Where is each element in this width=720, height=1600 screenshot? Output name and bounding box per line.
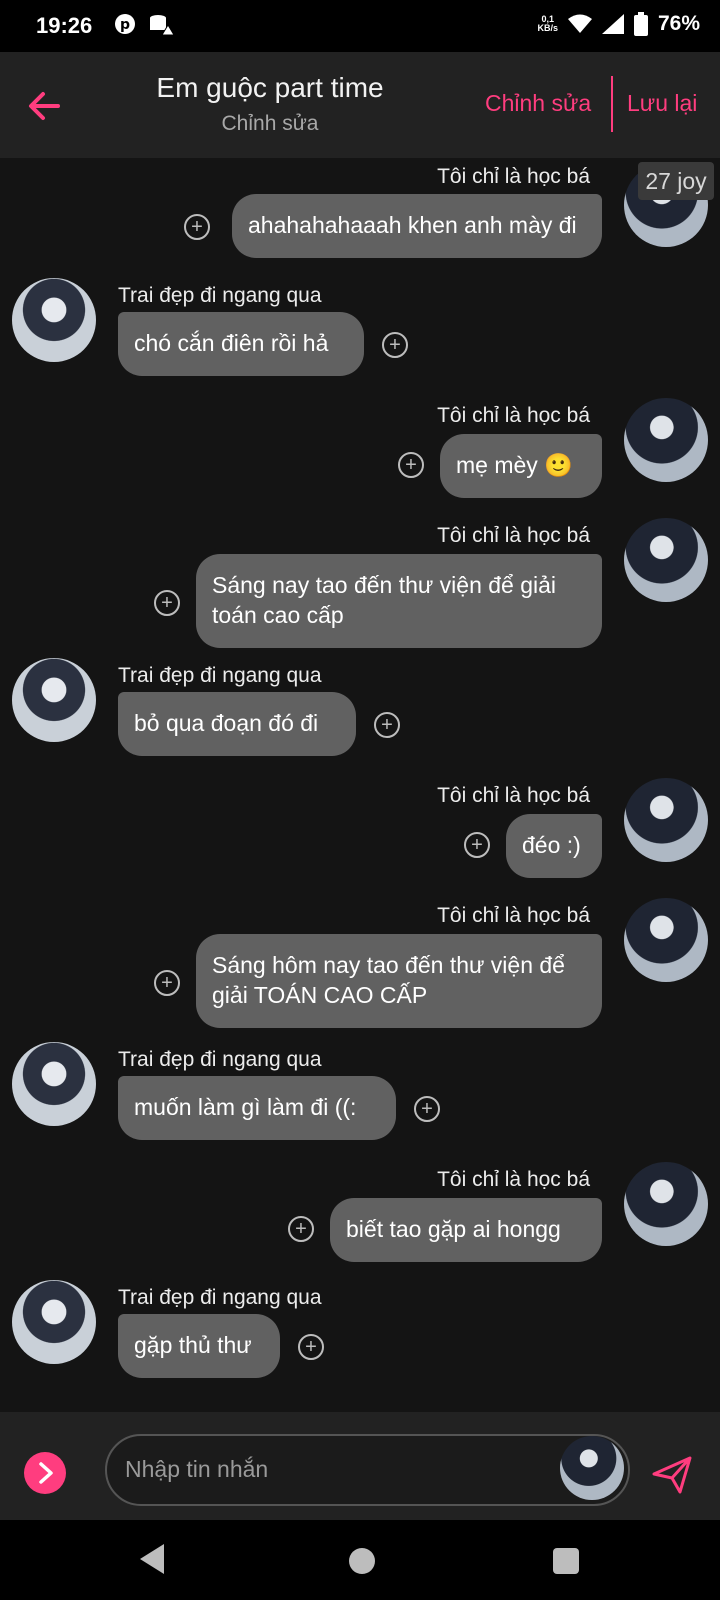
navigation-bar <box>0 1520 720 1600</box>
avatar[interactable] <box>624 518 708 602</box>
status-left-icons: p <box>114 13 174 37</box>
battery-icon <box>633 12 648 36</box>
add-reaction-icon[interactable]: + <box>382 332 408 358</box>
avatar[interactable] <box>12 278 96 362</box>
add-reaction-icon[interactable]: + <box>414 1096 440 1122</box>
back-arrow-icon[interactable] <box>24 86 64 126</box>
sender-name: Tôi chỉ là học bá <box>437 524 590 547</box>
message-input-placeholder: Nhập tin nhắn <box>125 1456 269 1482</box>
pinterest-icon: p <box>115 14 135 34</box>
database-warning-icon <box>150 15 174 36</box>
avatar[interactable] <box>624 778 708 862</box>
message-bubble[interactable]: chó cắn điên rồi hả <box>118 312 364 376</box>
message-list[interactable]: Tôi chỉ là học bá ahahahahaaah khen anh … <box>0 158 720 1412</box>
avatar[interactable] <box>624 898 708 982</box>
nav-back-icon[interactable] <box>138 1542 166 1576</box>
message-bubble[interactable]: ahahahahaaah khen anh mày đi <box>232 194 602 258</box>
chevron-right-icon <box>39 1462 53 1484</box>
signal-icon <box>601 14 624 34</box>
add-reaction-icon[interactable]: + <box>288 1216 314 1242</box>
message-bubble[interactable]: đéo :) <box>506 814 602 878</box>
speed-unit: KB/s <box>537 23 558 33</box>
sender-name: Tôi chỉ là học bá <box>437 165 590 188</box>
sender-name: Trai đẹp đi ngang qua <box>118 284 322 307</box>
nav-recents-icon[interactable] <box>553 1548 579 1574</box>
edit-button[interactable]: Chỉnh sửa <box>485 90 591 117</box>
avatar[interactable] <box>12 1280 96 1364</box>
header-divider <box>611 76 613 132</box>
sender-avatar-selector[interactable] <box>560 1436 624 1500</box>
sender-name: Trai đẹp đi ngang qua <box>118 1048 322 1071</box>
status-right: 0,1 KB/s 76% <box>537 12 700 36</box>
sender-name: Trai đẹp đi ngang qua <box>118 1286 322 1309</box>
title-block: Em guộc part time Chỉnh sửa <box>150 72 390 136</box>
avatar[interactable] <box>12 1042 96 1126</box>
add-reaction-icon[interactable]: + <box>464 832 490 858</box>
app-bar: Em guộc part time Chỉnh sửa Chỉnh sửa Lư… <box>0 52 720 158</box>
message-bubble[interactable]: Sáng nay tao đến thư viện để giải toán c… <box>196 554 602 648</box>
message-bubble[interactable]: mẹ mèy 🙂 <box>440 434 602 498</box>
sender-name: Trai đẹp đi ngang qua <box>118 664 322 687</box>
status-bar: 19:26 p 0,1 KB/s 76% <box>0 0 720 52</box>
sender-name: Tôi chỉ là học bá <box>437 404 590 427</box>
message-bubble[interactable]: bỏ qua đoạn đó đi <box>118 692 356 756</box>
avatar[interactable] <box>624 398 708 482</box>
avatar[interactable] <box>624 1162 708 1246</box>
message-input[interactable]: Nhập tin nhắn <box>105 1434 630 1506</box>
send-icon[interactable] <box>650 1452 694 1496</box>
add-reaction-icon[interactable]: + <box>154 590 180 616</box>
message-bubble[interactable]: biết tao gặp ai hongg <box>330 1198 602 1262</box>
expand-button[interactable] <box>24 1452 66 1494</box>
add-reaction-icon[interactable]: + <box>298 1334 324 1360</box>
sender-name: Tôi chỉ là học bá <box>437 784 590 807</box>
overlay-badge: 27 joy <box>638 162 714 200</box>
message-bubble[interactable]: Sáng hôm nay tao đến thư viện để giải TO… <box>196 934 602 1028</box>
save-button[interactable]: Lưu lại <box>627 90 697 117</box>
svg-text:p: p <box>120 17 130 33</box>
add-reaction-icon[interactable]: + <box>398 452 424 478</box>
status-time: 19:26 <box>36 13 93 38</box>
page-subtitle: Chỉnh sửa <box>221 112 319 135</box>
page-title: Em guộc part time <box>156 72 384 103</box>
avatar[interactable] <box>12 658 96 742</box>
battery-percent: 76% <box>657 12 700 35</box>
add-reaction-icon[interactable]: + <box>374 712 400 738</box>
wifi-icon <box>567 14 592 33</box>
sender-name: Tôi chỉ là học bá <box>437 904 590 927</box>
message-bubble[interactable]: gặp thủ thư <box>118 1314 280 1378</box>
sender-name: Tôi chỉ là học bá <box>437 1168 590 1191</box>
network-speed: 0,1 KB/s <box>537 15 558 33</box>
message-bubble[interactable]: muốn làm gì làm đi ((: <box>118 1076 396 1140</box>
nav-home-icon[interactable] <box>349 1548 375 1574</box>
add-reaction-icon[interactable]: + <box>184 214 210 240</box>
add-reaction-icon[interactable]: + <box>154 970 180 996</box>
